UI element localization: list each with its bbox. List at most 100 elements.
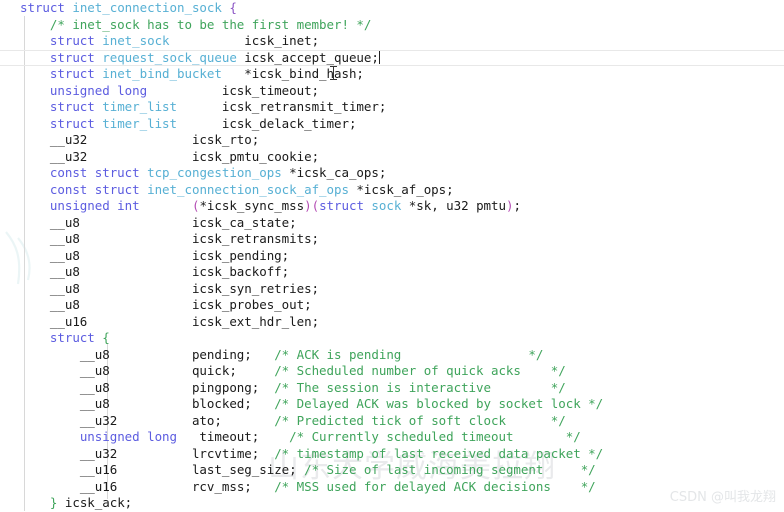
token-cmt: /* ACK is pending */: [274, 346, 544, 362]
token-pln: __u32: [79, 412, 118, 428]
token-pln: icsk_syn_retries;: [79, 280, 320, 296]
code-line[interactable]: unsigned int (*icsk_sync_mss)(struct soc…: [0, 198, 784, 215]
token-cmt: /* Currently scheduled timeout */: [281, 429, 581, 444]
token-cmt: /* Size of last incoming segment */: [304, 462, 596, 477]
code-line[interactable]: } icsk_ack;: [0, 495, 784, 512]
token-pln: __u8: [49, 247, 80, 263]
code-line[interactable]: __u8 pingpong; /* The session is interac…: [0, 380, 784, 397]
code-line[interactable]: __u8 pending; /* ACK is pending */: [0, 347, 784, 364]
token-typ: inet_bind_bucket: [102, 66, 222, 81]
token-br3: )(: [304, 198, 320, 213]
code-line[interactable]: struct inet_bind_bucket *icsk_bind_hash;: [0, 66, 784, 83]
token-pln: icsk_rto;: [87, 132, 260, 147]
token-pln: [140, 182, 147, 197]
token-pln: __u16: [79, 462, 118, 477]
code-line[interactable]: struct {: [0, 330, 784, 347]
code-line[interactable]: __u16 icsk_ext_hdr_len;: [0, 314, 784, 331]
token-pln: icsk_pending;: [79, 247, 290, 263]
code-line[interactable]: const struct inet_connection_sock_af_ops…: [0, 182, 784, 199]
code-line[interactable]: __u8 icsk_backoff;: [0, 264, 784, 281]
code-line[interactable]: __u16 rcv_mss; /* MSS used for delayed A…: [0, 479, 784, 496]
code-line[interactable]: unsigned long timeout; /* Currently sche…: [0, 429, 784, 446]
code-line[interactable]: const struct tcp_congestion_ops *icsk_ca…: [0, 165, 784, 182]
token-kw: struct: [319, 198, 364, 213]
token-kw: struct: [20, 0, 65, 15]
code-line[interactable]: __u32 ato; /* Predicted tick of soft clo…: [0, 413, 784, 430]
token-pln: icsk_retransmit_timer;: [177, 99, 387, 114]
token-typ: timer_list: [102, 99, 178, 114]
code-line[interactable]: unsigned long icsk_timeout;: [0, 83, 784, 100]
token-kw: struct: [49, 66, 95, 81]
token-typ: tcp_congestion_ops: [147, 165, 282, 180]
token-pln: lrcvtime;: [117, 445, 275, 461]
token-pln: icsk_ack;: [57, 495, 133, 510]
code-line[interactable]: struct timer_list icsk_retransmit_timer;: [0, 99, 784, 116]
token-pln: __u8: [49, 297, 80, 312]
code-line[interactable]: __u32 icsk_pmtu_cookie;: [0, 149, 784, 166]
token-pln: last_seg_size;: [117, 462, 305, 477]
token-cmt: /* The session is interactive */: [274, 379, 566, 395]
token-pln: icsk_probes_out;: [79, 297, 312, 312]
code-line[interactable]: struct inet_sock icsk_inet;: [0, 33, 784, 50]
token-pln: *icsk_ca_ops;: [281, 165, 387, 180]
token-pln: quick;: [109, 363, 275, 378]
token-pln: __u8: [49, 280, 80, 296]
token-cmt: /* Predicted tick of soft clock */: [274, 412, 566, 428]
token-br2: {: [102, 330, 110, 345]
token-pln: *icsk_bind_hash;: [221, 66, 364, 81]
token-pln: *icsk_sync_mss: [199, 198, 305, 213]
token-pln: rcv_mss;: [117, 478, 275, 494]
code-line[interactable]: __u8 quick; /* Scheduled number of quick…: [0, 363, 784, 380]
code-editor-viewport[interactable]: 山东大学威海美拉翔 struct inet_connection_sock { …: [0, 0, 784, 511]
token-pln: __u8: [79, 379, 110, 395]
code-line[interactable]: struct inet_connection_sock {: [0, 0, 784, 17]
token-pln: __u16: [49, 313, 88, 329]
token-pln: icsk_retransmits;: [79, 231, 320, 246]
code-line[interactable]: __u8 icsk_retransmits;: [0, 231, 784, 248]
code-line[interactable]: struct timer_list icsk_delack_timer;: [0, 116, 784, 133]
code-line[interactable]: __u8 icsk_ca_state;: [0, 215, 784, 232]
token-cmt: /* inet_sock has to be the first member!…: [49, 16, 372, 32]
token-typ: timer_list: [102, 115, 178, 131]
code-line[interactable]: __u16 last_seg_size; /* Size of last inc…: [0, 462, 784, 479]
token-pln: __u8: [49, 214, 80, 230]
token-typ: inet_connection_sock_af_ops: [147, 181, 349, 197]
token-kw: struct: [49, 115, 95, 131]
code-line[interactable]: __u32 lrcvtime; /* timestamp of last rec…: [0, 446, 784, 463]
code-line[interactable]: __u8 icsk_probes_out;: [0, 297, 784, 314]
code-line[interactable]: /* inet_sock has to be the first member!…: [0, 17, 784, 34]
token-cmt: /* MSS used for delayed ACK decisions */: [274, 478, 596, 494]
token-pln: ;: [513, 198, 521, 213]
code-line[interactable]: __u8 icsk_pending;: [0, 248, 784, 265]
token-pln: __u32: [49, 148, 88, 164]
token-pln: __u16: [79, 478, 118, 494]
token-pln: timeout;: [177, 429, 282, 444]
token-kw: const struct: [49, 181, 140, 197]
token-pln: [140, 198, 192, 213]
code-line[interactable]: __u8 blocked; /* Delayed ACK was blocked…: [0, 396, 784, 413]
code-lines-container[interactable]: struct inet_connection_sock { /* inet_so…: [0, 0, 784, 511]
token-kw: const struct: [49, 165, 140, 180]
code-line[interactable]: __u32 icsk_rto;: [0, 132, 784, 149]
token-kw: unsigned long: [79, 429, 177, 444]
token-br1: {: [229, 0, 237, 15]
token-pln: icsk_ca_state;: [79, 214, 297, 230]
code-line[interactable]: struct request_sock_queue icsk_accept_qu…: [0, 50, 784, 67]
code-line[interactable]: __u8 icsk_syn_retries;: [0, 281, 784, 298]
token-typ: sock: [371, 198, 402, 213]
